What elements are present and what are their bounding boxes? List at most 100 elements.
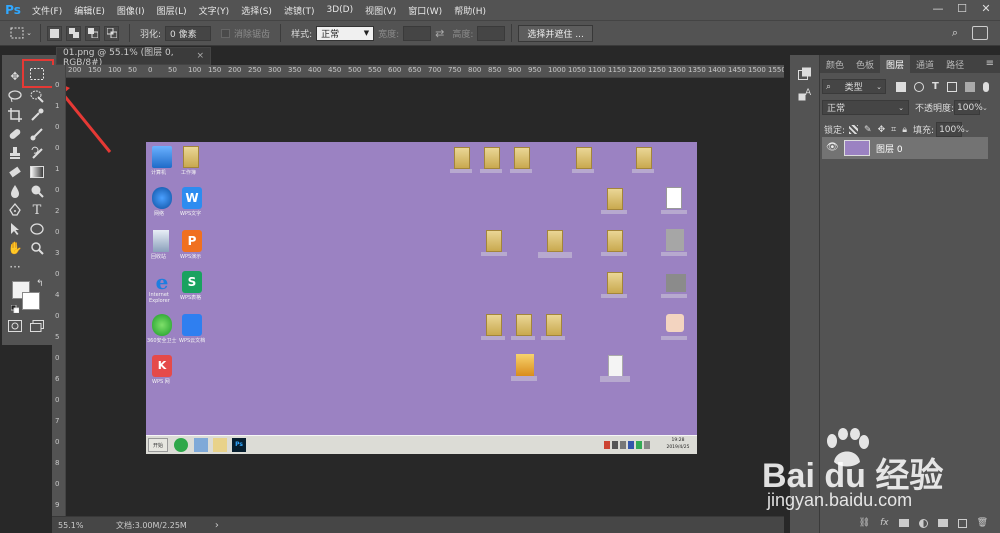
- taskbar-photoshop-button[interactable]: Ps: [232, 438, 246, 452]
- new-selection-icon[interactable]: [47, 25, 62, 41]
- tab-swatches[interactable]: 色板: [850, 55, 880, 73]
- workspace-icon[interactable]: [972, 26, 988, 40]
- properties-panel-icon[interactable]: A: [798, 87, 812, 101]
- filter-shape-icon[interactable]: [946, 81, 957, 92]
- ruler-tick-label: 0: [55, 81, 60, 89]
- menu-view[interactable]: 视图(V): [359, 4, 402, 17]
- lasso-tool-icon[interactable]: [6, 87, 24, 105]
- menu-help[interactable]: 帮助(H): [448, 4, 492, 17]
- layer-row[interactable]: 👁︎ 图层 0: [822, 137, 988, 159]
- tab-paths[interactable]: 路径: [940, 55, 970, 73]
- start-button[interactable]: 开始: [148, 438, 168, 452]
- swap-dimensions-icon[interactable]: ⇄: [435, 27, 444, 40]
- eraser-tool-icon[interactable]: [6, 163, 24, 181]
- minimize-button[interactable]: —: [928, 2, 948, 18]
- blend-mode-select[interactable]: 正常 ⌄: [822, 100, 909, 115]
- taskbar-app-icon[interactable]: [174, 438, 188, 452]
- more-tools-icon[interactable]: ···: [6, 258, 24, 276]
- menu-edit[interactable]: 编辑(E): [68, 4, 111, 17]
- add-selection-icon[interactable]: [66, 25, 81, 41]
- history-brush-tool-icon[interactable]: [28, 144, 46, 162]
- filter-smart-object-icon[interactable]: [964, 81, 975, 92]
- quick-mask-icon[interactable]: [6, 317, 24, 335]
- adjustment-layer-icon[interactable]: [918, 518, 928, 528]
- healing-brush-tool-icon[interactable]: [6, 125, 24, 143]
- search-icon[interactable]: ⌕: [952, 26, 958, 40]
- new-group-icon[interactable]: [937, 519, 948, 527]
- tab-layers[interactable]: 图层: [880, 55, 911, 73]
- tab-color[interactable]: 颜色: [820, 55, 850, 73]
- crop-tool-icon[interactable]: [6, 106, 24, 124]
- antialias-checkbox[interactable]: [221, 28, 231, 38]
- brush-tool-icon[interactable]: [28, 125, 46, 143]
- history-panel-icon[interactable]: [798, 67, 812, 80]
- filter-toggle-icon[interactable]: [982, 81, 989, 92]
- tray-icons[interactable]: [604, 441, 662, 450]
- menu-image[interactable]: 图像(I): [111, 4, 151, 17]
- menu-filter[interactable]: 滤镜(T): [278, 4, 321, 17]
- delete-layer-icon[interactable]: 🗑︎: [977, 518, 988, 528]
- swap-colors-icon[interactable]: ↰: [36, 279, 44, 289]
- width-input[interactable]: [403, 25, 432, 41]
- select-and-mask-button[interactable]: 选择并遮住 ...: [518, 24, 593, 42]
- filter-kind-select[interactable]: ⌕ 类型 ⌄: [822, 79, 886, 94]
- screen-mode-icon[interactable]: [28, 317, 46, 335]
- gradient-tool-icon[interactable]: [28, 163, 46, 181]
- marquee-preset-icon[interactable]: ⌄: [8, 25, 34, 41]
- lock-all-icon[interactable]: 🔒︎: [902, 125, 907, 135]
- intersect-selection-icon[interactable]: [104, 25, 119, 41]
- ellipse-tool-icon[interactable]: [28, 220, 46, 238]
- tab-channels[interactable]: 通道: [910, 55, 940, 73]
- hand-tool-icon[interactable]: ✋: [6, 239, 24, 257]
- opacity-input[interactable]: 100%: [954, 100, 983, 115]
- dodge-tool-icon[interactable]: [28, 182, 46, 200]
- lock-artboard-icon[interactable]: ⌗: [891, 125, 896, 135]
- taskbar-app-icon[interactable]: [213, 438, 227, 452]
- layer-mask-icon[interactable]: [898, 519, 909, 527]
- blurred-label: [510, 169, 532, 173]
- maximize-button[interactable]: ☐: [952, 2, 972, 18]
- clock[interactable]: 19:28 2019/4/25: [662, 437, 694, 453]
- panel-menu-icon[interactable]: ≡: [986, 55, 994, 73]
- clone-stamp-tool-icon[interactable]: [6, 144, 24, 162]
- path-selection-tool-icon[interactable]: [6, 220, 24, 238]
- subtract-selection-icon[interactable]: [85, 25, 100, 41]
- chevron-down-icon[interactable]: ⌄: [982, 104, 988, 112]
- quick-selection-tool-icon[interactable]: [28, 87, 46, 105]
- feather-input[interactable]: 0 像素: [165, 25, 212, 41]
- height-input[interactable]: [477, 25, 506, 41]
- type-tool-icon[interactable]: T: [28, 201, 46, 219]
- new-layer-icon[interactable]: [957, 518, 967, 528]
- menu-window[interactable]: 窗口(W): [402, 4, 448, 17]
- background-color-swatch[interactable]: [22, 292, 40, 310]
- eye-icon[interactable]: 👁︎: [826, 142, 839, 153]
- lock-transparent-icon[interactable]: [849, 125, 859, 134]
- close-tab-icon[interactable]: ×: [196, 51, 204, 61]
- close-button[interactable]: ✕: [976, 2, 996, 18]
- default-colors-icon[interactable]: [10, 304, 20, 314]
- filter-pixel-icon[interactable]: [896, 81, 906, 92]
- menu-3d[interactable]: 3D(D): [320, 5, 359, 15]
- style-select[interactable]: 正常 ▼: [316, 25, 375, 41]
- menu-file[interactable]: 文件(F): [26, 4, 68, 17]
- menu-type[interactable]: 文字(Y): [193, 4, 236, 17]
- eyedropper-tool-icon[interactable]: [28, 106, 46, 124]
- zoom-level[interactable]: 55.1%: [58, 521, 88, 530]
- tab-document[interactable]: 01.png @ 55.1% (图层 0, RGB/8#) ×: [56, 47, 211, 68]
- taskbar-app-icon[interactable]: [194, 438, 208, 452]
- status-menu-arrow[interactable]: ›: [215, 520, 219, 531]
- layer-style-icon[interactable]: fx: [880, 518, 889, 528]
- lock-brush-icon[interactable]: ✎: [864, 125, 872, 135]
- document-canvas[interactable]: 计算机 工作簿 网络 W WPS文字 回收站 P WPS演示 e Interne…: [146, 142, 697, 454]
- filter-adjustment-icon[interactable]: [914, 81, 924, 92]
- link-layers-icon[interactable]: ⛓︎: [859, 518, 870, 528]
- menu-layer[interactable]: 图层(L): [151, 4, 193, 17]
- lock-move-icon[interactable]: ✥: [878, 125, 886, 135]
- chevron-down-icon[interactable]: ⌄: [964, 126, 970, 134]
- fill-input[interactable]: 100%: [936, 122, 965, 137]
- menu-select[interactable]: 选择(S): [235, 4, 278, 17]
- pen-tool-icon[interactable]: [6, 201, 24, 219]
- blur-tool-icon[interactable]: [6, 182, 24, 200]
- zoom-tool-icon[interactable]: [28, 239, 46, 257]
- filter-type-icon[interactable]: T: [932, 81, 939, 92]
